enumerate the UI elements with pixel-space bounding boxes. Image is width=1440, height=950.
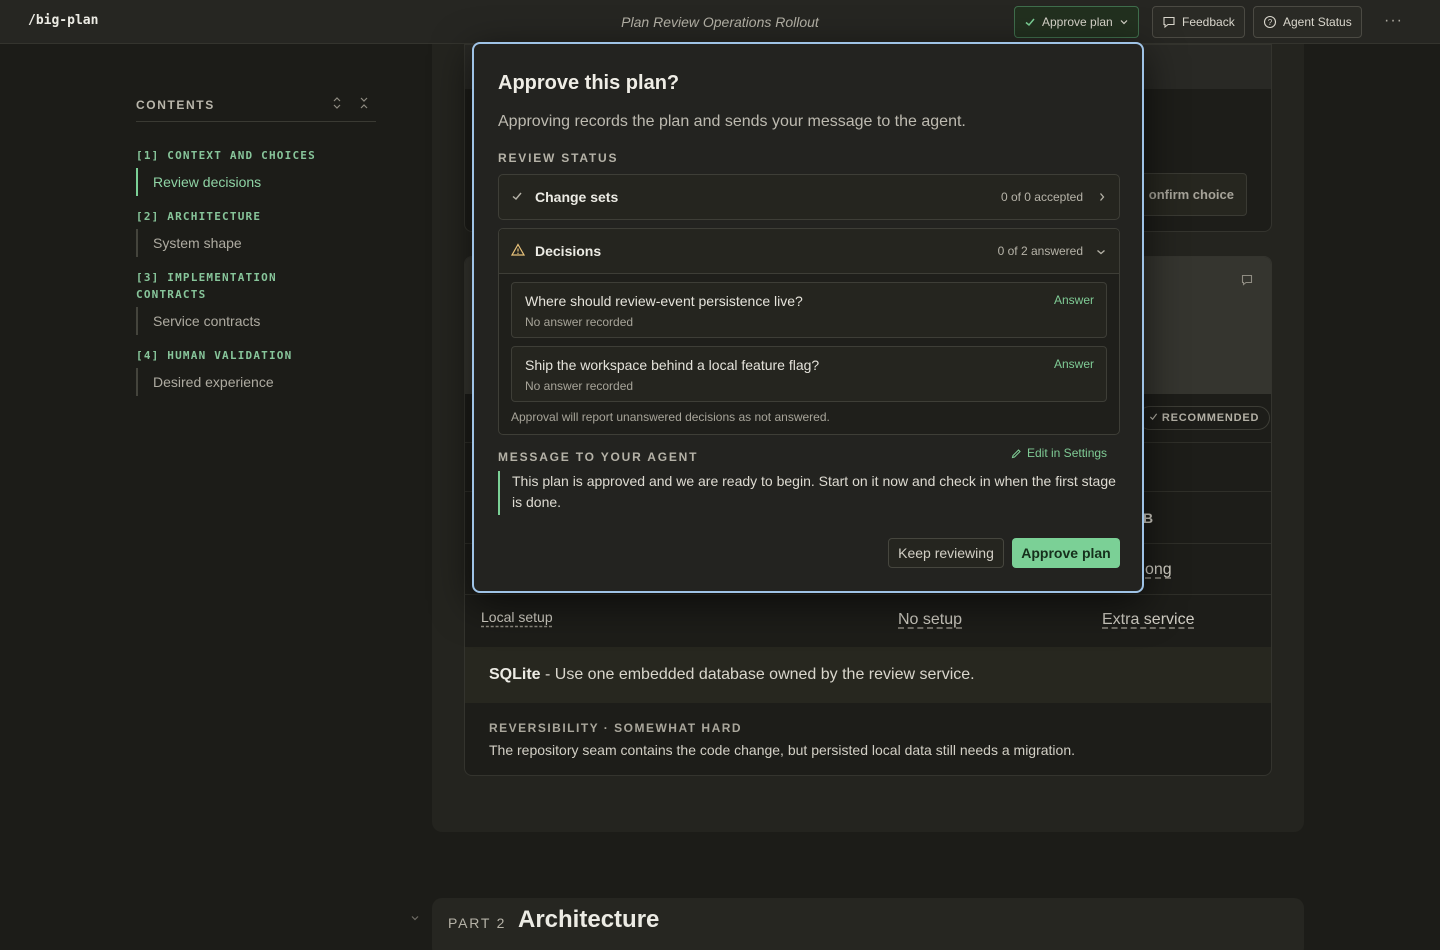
decisions-count: 0 of 2 answered	[997, 244, 1083, 258]
decisions-label: Decisions	[535, 243, 602, 259]
check-icon	[1025, 18, 1035, 27]
contents-heading: CONTENTS	[136, 98, 215, 112]
expand-all-icon[interactable]	[332, 96, 342, 113]
svg-text:?: ?	[1268, 18, 1273, 27]
decisions-panel: Decisions 0 of 2 answered Where should r…	[498, 228, 1120, 435]
sqlite-option: SQLite - Use one embedded database owned…	[489, 666, 975, 684]
check-icon	[1149, 413, 1158, 421]
sqlite-description: - Use one embedded database owned by the…	[540, 666, 975, 683]
message-to-agent-label: MESSAGE TO YOUR AGENT	[498, 450, 699, 464]
comment-icon[interactable]	[1240, 273, 1254, 292]
chevron-down-icon[interactable]	[410, 913, 420, 926]
local-setup-label[interactable]: Local setup	[481, 609, 553, 625]
toc-section-architecture[interactable]: [2] ARCHITECTURE	[136, 208, 336, 225]
decisions-note: Approval will report unanswered decision…	[511, 410, 830, 424]
review-status-label: REVIEW STATUS	[498, 151, 619, 165]
edit-in-settings-link[interactable]: Edit in Settings	[1011, 446, 1107, 460]
toc-section-human-validation[interactable]: [4] HUMAN VALIDATION	[136, 347, 336, 364]
toc-item-system-shape[interactable]: System shape	[136, 229, 242, 257]
chevron-down-icon	[1120, 20, 1128, 25]
toc-section-implementation[interactable]: [3] IMPLEMENTATION CONTRACTS	[136, 269, 306, 303]
pencil-icon	[1011, 448, 1021, 458]
more-options-button[interactable]: ···	[1384, 12, 1403, 30]
approve-plan-button[interactable]: Approve plan	[1012, 538, 1120, 568]
feedback-label: Feedback	[1182, 15, 1235, 29]
agent-status-label: Agent Status	[1283, 15, 1352, 29]
collapse-all-icon[interactable]	[359, 96, 369, 113]
toc-item-review-decisions[interactable]: Review decisions	[136, 168, 261, 196]
chevron-down-icon	[1095, 244, 1107, 262]
check-icon	[511, 189, 523, 207]
answer-link[interactable]: Answer	[1054, 357, 1094, 371]
change-sets-label: Change sets	[535, 189, 619, 205]
toc-section-context[interactable]: [1] CONTEXT AND CHOICES	[136, 147, 336, 164]
toc-item-service-contracts[interactable]: Service contracts	[136, 307, 260, 335]
reversibility-text: The repository seam contains the code ch…	[489, 742, 1075, 758]
change-sets-count: 0 of 0 accepted	[1000, 190, 1083, 204]
table-cell-fragment: ong	[1145, 561, 1172, 578]
top-bar: /big-plan Plan Review Operations Rollout…	[0, 0, 1440, 44]
answer-link[interactable]: Answer	[1054, 293, 1094, 307]
dialog-subtitle: Approving records the plan and sends you…	[498, 113, 966, 130]
reversibility-label: REVERSIBILITY · SOMEWHAT HARD	[489, 721, 743, 735]
decision-status: No answer recorded	[525, 315, 634, 329]
toc-item-desired-experience[interactable]: Desired experience	[136, 368, 274, 396]
warning-icon	[510, 243, 526, 261]
decision-question: Where should review-event persistence li…	[525, 293, 803, 309]
decision-item: Where should review-event persistence li…	[511, 282, 1107, 338]
part-title: Architecture	[518, 906, 660, 933]
sqlite-name: SQLite	[489, 666, 541, 683]
decision-status: No answer recorded	[525, 379, 634, 393]
agent-status-button[interactable]: ? Agent Status	[1253, 6, 1362, 38]
contents-header: CONTENTS	[136, 96, 376, 122]
dialog-title: Approve this plan?	[498, 72, 680, 94]
recommended-label: RECOMMENDED	[1161, 412, 1260, 424]
local-setup-option-b[interactable]: Extra service	[1102, 611, 1194, 629]
keep-reviewing-button[interactable]: Keep reviewing	[888, 538, 1004, 568]
decisions-header[interactable]: Decisions 0 of 2 answered	[499, 229, 1119, 274]
local-setup-option-a[interactable]: No setup	[898, 611, 962, 629]
recommended-badge: RECOMMENDED	[1138, 406, 1271, 430]
chevron-right-icon	[1097, 190, 1107, 208]
speech-bubble-icon	[1163, 16, 1175, 29]
approve-plan-toolbar-button[interactable]: Approve plan	[1014, 6, 1139, 38]
help-circle-icon: ?	[1263, 15, 1277, 29]
decision-item: Ship the workspace behind a local featur…	[511, 346, 1107, 402]
part-label: PART 2	[448, 915, 507, 931]
feedback-button[interactable]: Feedback	[1152, 6, 1245, 38]
edit-in-settings-label: Edit in Settings	[1027, 446, 1108, 460]
approve-plan-dialog: Approve this plan? Approving records the…	[472, 42, 1144, 593]
approve-plan-toolbar-label: Approve plan	[1042, 15, 1113, 29]
table-cell-fragment: B	[1143, 510, 1154, 526]
row-divider	[465, 594, 1271, 595]
agent-message: This plan is approved and we are ready t…	[498, 471, 1118, 515]
decision-question: Ship the workspace behind a local featur…	[525, 357, 820, 373]
change-sets-row[interactable]: Change sets 0 of 0 accepted	[498, 174, 1120, 220]
